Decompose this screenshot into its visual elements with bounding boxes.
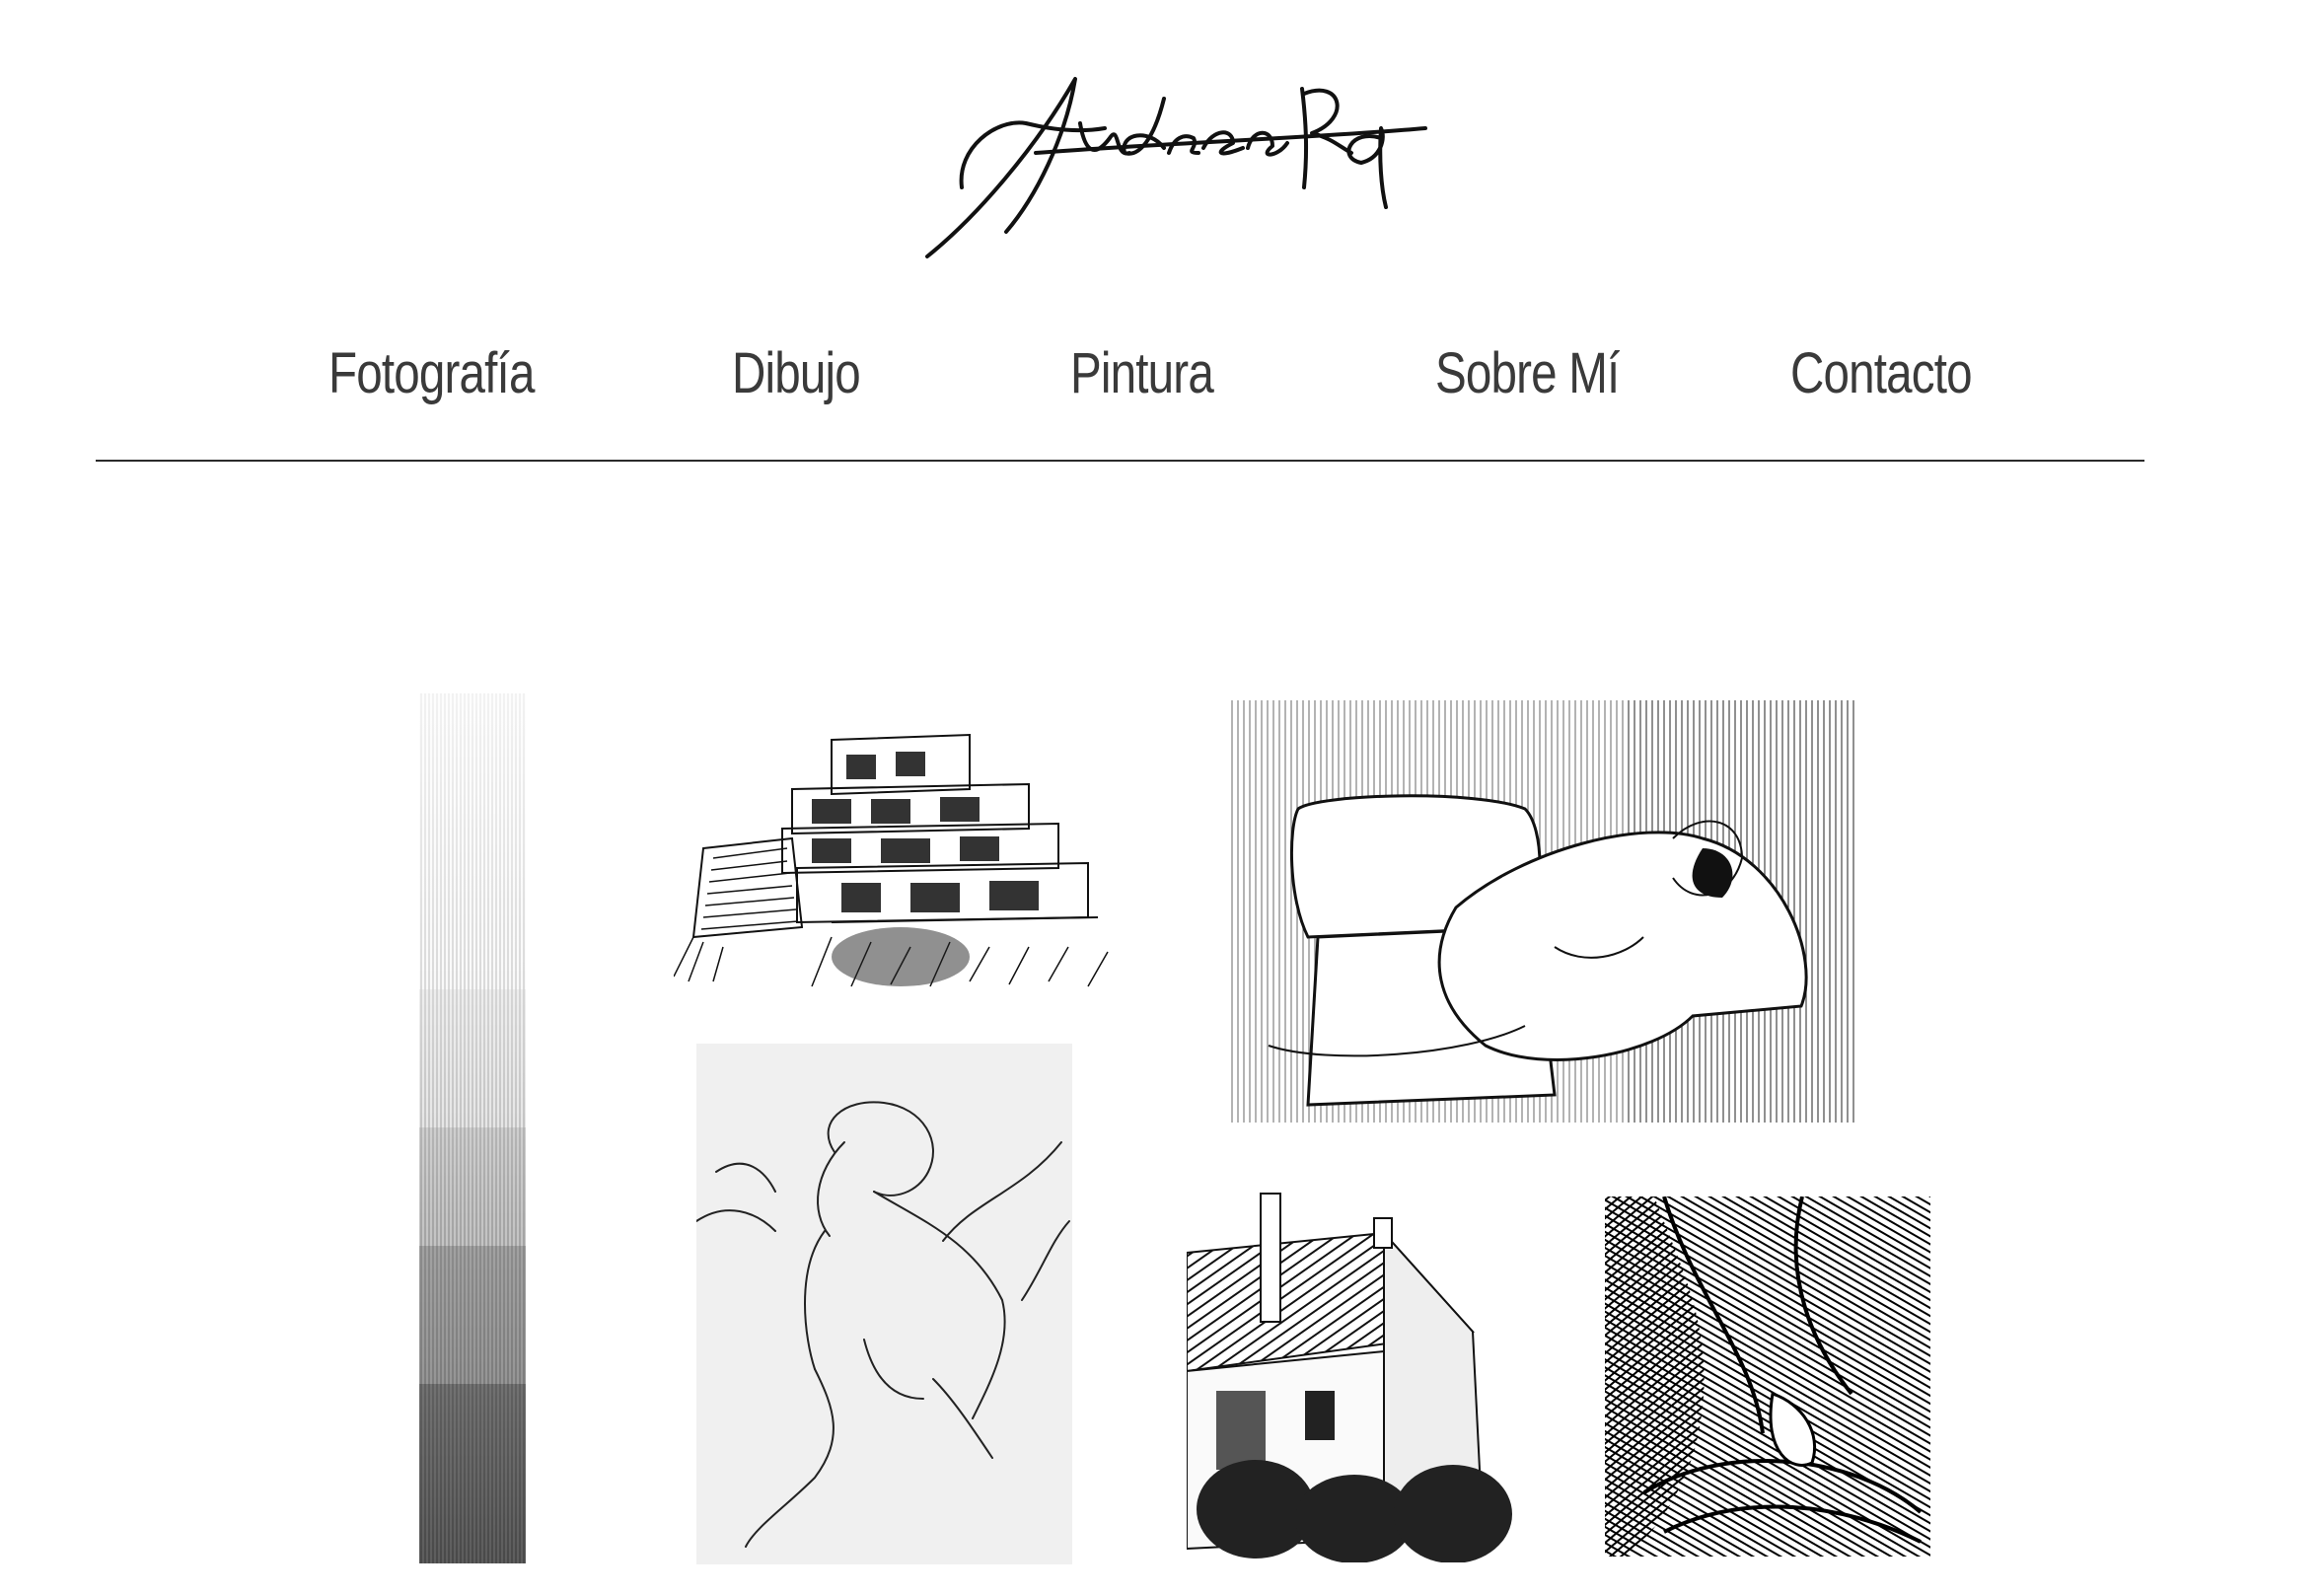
signature-logo[interactable] (917, 59, 1430, 276)
gallery-item-building-sketch[interactable] (674, 700, 1127, 989)
nav-link-sobre-mi[interactable]: Sobre Mí (1435, 340, 1620, 406)
gallery-item-reclining-figure[interactable] (1229, 700, 1856, 1123)
nav-link-dibujo[interactable]: Dibujo (732, 340, 861, 406)
nav-link-pintura[interactable]: Pintura (1070, 340, 1214, 406)
nav-link-contacto[interactable]: Contacto (1790, 340, 1973, 406)
header-divider (96, 460, 2144, 462)
nav-link-fotografia[interactable]: Fotografía (328, 340, 535, 406)
gallery-item-hatched-figure[interactable] (1605, 1196, 1930, 1557)
gallery-item-house-sketch[interactable] (1187, 1154, 1525, 1562)
gallery-item-seated-woman[interactable] (696, 1044, 1072, 1564)
gallery-item-tonal-scale[interactable] (419, 693, 526, 1563)
main-navigation: Fotografía Dibujo Pintura Sobre Mí Conta… (0, 340, 2324, 429)
